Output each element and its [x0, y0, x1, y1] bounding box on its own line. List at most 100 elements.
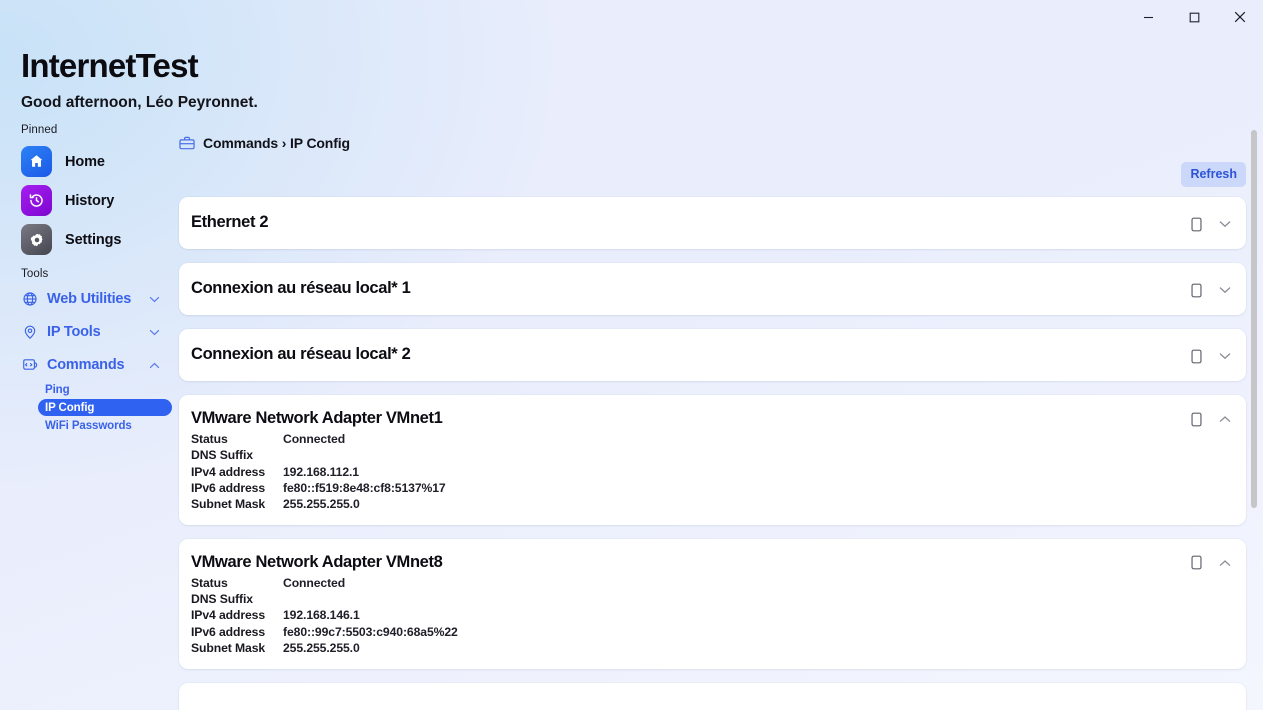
chevron-up-icon [149, 356, 160, 374]
adapter-card-actions [1188, 553, 1233, 571]
sidebar-subitem-label: IP Config [45, 401, 95, 414]
chevron-down-icon [149, 323, 160, 341]
home-icon [21, 146, 52, 177]
detail-value: 255.255.255.0 [283, 641, 360, 656]
chevron-down-icon[interactable] [1217, 282, 1233, 298]
detail-value: Connected [283, 431, 346, 446]
adapter-name: VMware Network Adapter VMnet1 [191, 409, 443, 427]
detail-value: 192.168.112.1 [283, 464, 359, 479]
maximize-button[interactable] [1171, 0, 1217, 34]
copy-icon[interactable] [1188, 411, 1204, 427]
sidebar-group-label: IP Tools [47, 323, 101, 340]
pinned-section-label: Pinned [21, 124, 58, 136]
detail-key: DNS Suffix [191, 592, 253, 607]
sidebar-item-label: History [65, 192, 115, 209]
adapter-card-header[interactable]: Ethernet 2 [179, 197, 1246, 249]
detail-row: IPv4 address 192.168.112.1 [191, 464, 1234, 480]
detail-key: IPv6 address [191, 481, 266, 496]
code-window-icon [21, 356, 38, 373]
chevron-down-icon[interactable] [1217, 348, 1233, 364]
adapter-list: Ethernet 2 Connexion au réseau local* 1 [172, 197, 1263, 710]
adapter-card[interactable]: VMware Network Adapter VMnet1 Status Con… [179, 395, 1246, 525]
adapter-card-actions [1188, 214, 1233, 232]
sidebar-item-ip-config[interactable]: IP Config [38, 399, 172, 416]
sidebar-group-label: Commands [47, 356, 125, 373]
adapter-name: VMware Network Adapter VMnet8 [191, 552, 443, 571]
close-button[interactable] [1217, 0, 1263, 34]
app-title: InternetTest [21, 47, 199, 84]
breadcrumb-text: Commands › IP Config [203, 135, 350, 151]
adapter-name: Connexion au réseau local* 2 [191, 345, 411, 364]
detail-key: IPv4 address [191, 464, 266, 479]
detail-row: Status Connected [191, 431, 1234, 447]
sidebar-group-ip-tools[interactable]: IP Tools [21, 315, 172, 348]
globe-icon [21, 290, 38, 307]
detail-row: IPv6 address fe80::f519:8e48:cf8:5137%17 [191, 480, 1234, 496]
copy-icon[interactable] [1188, 282, 1204, 298]
window-titlebar [0, 0, 1263, 34]
tools-section-label: Tools [21, 268, 49, 280]
adapter-card-actions [1188, 409, 1233, 427]
detail-key: Subnet Mask [191, 641, 266, 656]
detail-row: DNS Suffix [191, 591, 1234, 607]
detail-key: IPv6 address [191, 624, 266, 639]
detail-row: Status Connected [191, 575, 1234, 591]
adapter-card-header[interactable]: VMware Network Adapter VMnet1 [179, 395, 1246, 429]
location-pin-icon [21, 323, 38, 340]
adapter-card[interactable] [179, 682, 1246, 710]
sidebar-subitem-label: WiFi Passwords [45, 419, 132, 432]
detail-value: fe80::99c7:5503:c940:68a5%22 [283, 624, 458, 639]
main-content: Commands › IP Config Refresh Ethernet 2 [172, 124, 1263, 710]
minimize-button[interactable] [1125, 0, 1171, 34]
adapter-card-header[interactable]: VMware Network Adapter VMnet8 [179, 539, 1246, 573]
adapter-card[interactable]: Connexion au réseau local* 1 [179, 263, 1246, 315]
sidebar-item-history[interactable]: History [21, 181, 172, 220]
sidebar: Pinned Home History Settings Tools Web U… [0, 124, 172, 710]
copy-icon[interactable] [1188, 555, 1204, 571]
sidebar-item-ping[interactable]: Ping [38, 381, 172, 398]
detail-row: DNS Suffix [191, 447, 1234, 463]
adapter-card[interactable]: VMware Network Adapter VMnet8 Status Con… [179, 538, 1246, 669]
sidebar-item-home[interactable]: Home [21, 142, 172, 181]
sidebar-item-wifi-passwords[interactable]: WiFi Passwords [38, 417, 172, 434]
adapter-name: Ethernet 2 [191, 213, 269, 232]
toolbar: Refresh [172, 162, 1263, 187]
detail-key: Status [191, 575, 228, 590]
sidebar-group-commands[interactable]: Commands [21, 348, 172, 381]
adapter-details: Status Connected DNS Suffix IPv4 address… [179, 573, 1246, 669]
adapter-card-actions [1188, 346, 1233, 364]
gear-icon [21, 224, 52, 255]
detail-key: DNS Suffix [191, 448, 253, 463]
detail-value: fe80::f519:8e48:cf8:5137%17 [283, 481, 446, 496]
detail-key: Status [191, 431, 228, 446]
adapter-card-header[interactable]: Connexion au réseau local* 2 [179, 329, 1246, 381]
breadcrumb: Commands › IP Config [179, 135, 1263, 151]
sidebar-group-label: Web Utilities [47, 290, 132, 307]
sidebar-item-settings[interactable]: Settings [21, 220, 172, 259]
adapter-card[interactable]: Ethernet 2 [179, 197, 1246, 249]
detail-row: Subnet Mask 255.255.255.0 [191, 640, 1234, 656]
detail-row: IPv6 address fe80::99c7:5503:c940:68a5%2… [191, 624, 1234, 640]
adapter-card[interactable]: Connexion au réseau local* 2 [179, 329, 1246, 381]
refresh-button[interactable]: Refresh [1181, 162, 1246, 187]
detail-value: 192.168.146.1 [283, 608, 360, 623]
sidebar-item-label: Settings [65, 231, 122, 248]
scrollbar-thumb[interactable] [1251, 130, 1257, 508]
sidebar-group-web-utilities[interactable]: Web Utilities [21, 282, 172, 315]
detail-value: Connected [283, 575, 346, 590]
sidebar-subitem-label: Ping [45, 383, 70, 396]
sidebar-item-label: Home [65, 153, 105, 170]
scrollbar-track[interactable] [1249, 124, 1259, 710]
chevron-up-icon[interactable] [1217, 555, 1233, 571]
detail-row: Subnet Mask 255.255.255.0 [191, 496, 1234, 512]
adapter-details: Status Connected DNS Suffix IPv4 address… [179, 429, 1246, 525]
copy-icon[interactable] [1188, 348, 1204, 364]
copy-icon[interactable] [1188, 216, 1204, 232]
chevron-up-icon[interactable] [1217, 411, 1233, 427]
history-icon [21, 185, 52, 216]
adapter-card-header[interactable]: Connexion au réseau local* 1 [179, 263, 1246, 315]
chevron-down-icon[interactable] [1217, 216, 1233, 232]
detail-key: IPv4 address [191, 608, 266, 623]
adapter-name: Connexion au réseau local* 1 [191, 279, 411, 298]
adapter-card-header[interactable] [179, 683, 1246, 710]
